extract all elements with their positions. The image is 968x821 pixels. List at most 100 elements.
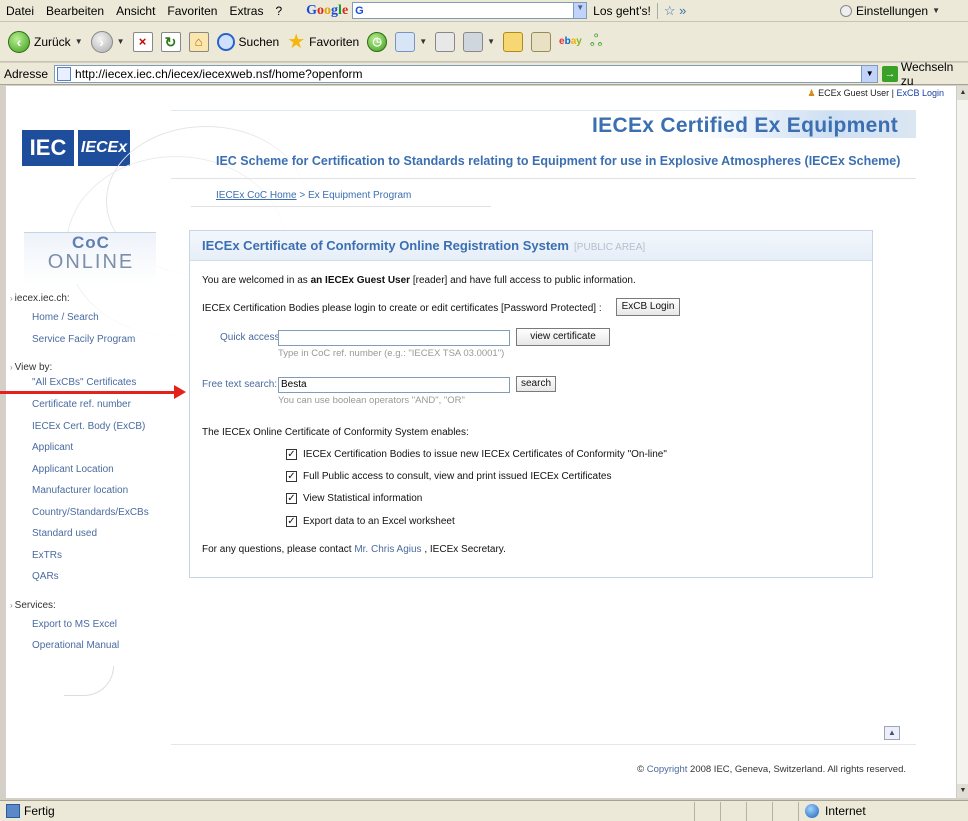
forward-button[interactable]: › ▼ bbox=[87, 30, 129, 53]
back-button[interactable]: ‹ Zurück ▼ bbox=[4, 30, 87, 53]
go-button[interactable]: → Wechseln zu bbox=[882, 60, 968, 88]
feature-label: View Statistical information bbox=[303, 493, 423, 504]
google-search-input[interactable]: G ▼ bbox=[352, 2, 588, 19]
exc-login-button[interactable]: ExCB Login bbox=[616, 298, 680, 316]
checkbox-checked[interactable]: ✓ bbox=[286, 471, 297, 482]
scroll-to-top-button[interactable]: ▲ bbox=[884, 726, 900, 740]
menu-favoriten[interactable]: Favoriten bbox=[161, 4, 223, 18]
chevron-down-icon[interactable]: ▼ bbox=[117, 37, 125, 46]
vertical-scrollbar[interactable]: ▲ ▼ bbox=[956, 86, 968, 798]
google-dropdown-icon[interactable]: ▼ bbox=[573, 3, 587, 18]
chevron-down-icon[interactable]: ▼ bbox=[861, 65, 878, 82]
history-button[interactable]: ◷ bbox=[363, 31, 391, 52]
sidebar-item-export-excel[interactable]: Export to MS Excel bbox=[32, 614, 176, 636]
menu-help[interactable]: ? bbox=[269, 4, 288, 18]
copyright-link[interactable]: Copyright bbox=[647, 764, 688, 775]
iec-logo[interactable]: IEC bbox=[22, 130, 74, 166]
sidebar-item-applicant-location[interactable]: Applicant Location bbox=[32, 459, 176, 481]
sidebar-section-label: View by: bbox=[14, 362, 53, 373]
view-certificate-button[interactable]: view certificate bbox=[516, 328, 610, 346]
globe-icon bbox=[805, 804, 819, 818]
go-label: Wechseln zu bbox=[900, 59, 954, 88]
chevron-down-icon[interactable]: ▼ bbox=[487, 37, 495, 46]
sidebar-item-applicant[interactable]: Applicant bbox=[32, 437, 176, 459]
mail-icon bbox=[395, 31, 416, 52]
menu-bearbeiten[interactable]: Bearbeiten bbox=[40, 4, 110, 18]
free-text-search-input[interactable]: Besta bbox=[278, 377, 510, 393]
research-button[interactable] bbox=[527, 31, 555, 52]
zone-label: Internet bbox=[825, 804, 866, 818]
checkbox-checked[interactable]: ✓ bbox=[286, 516, 297, 527]
ebay-button[interactable]: ebay bbox=[555, 36, 586, 47]
sidebar-item-extrs[interactable]: ExTRs bbox=[32, 545, 176, 567]
sidebar-item-operational-manual[interactable]: Operational Manual bbox=[32, 635, 176, 657]
quick-access-input[interactable] bbox=[278, 330, 510, 346]
guest-user-label: ECEx Guest User bbox=[818, 88, 890, 98]
back-label: Zurück bbox=[34, 34, 71, 49]
contact-post: , IECEx Secretary. bbox=[424, 544, 506, 555]
footer-divider bbox=[171, 744, 916, 745]
search-button[interactable]: Suchen bbox=[213, 32, 284, 51]
home-button[interactable]: ⌂ bbox=[185, 31, 213, 52]
edit-button[interactable]: ▼ bbox=[459, 31, 499, 52]
sidebar-item-standard-used[interactable]: Standard used bbox=[32, 523, 176, 545]
messenger-icon: ஃ bbox=[589, 32, 603, 50]
sidebar-item-qars[interactable]: QARs bbox=[32, 566, 176, 588]
home-icon: ⌂ bbox=[188, 31, 209, 52]
research-icon bbox=[531, 31, 552, 52]
search-label: Suchen bbox=[238, 34, 280, 49]
status-text: Fertig bbox=[24, 804, 55, 818]
red-arrow-head bbox=[174, 385, 186, 399]
print-icon bbox=[435, 31, 456, 52]
page-icon bbox=[57, 66, 72, 81]
breadcrumb-home-link[interactable]: IECEx CoC Home bbox=[216, 190, 297, 201]
security-zone[interactable]: Internet bbox=[798, 801, 968, 821]
sidebar-item-manufacturer-location[interactable]: Manufacturer location bbox=[32, 480, 176, 502]
sidebar-item-cert-body[interactable]: IECEx Cert. Body (ExCB) bbox=[32, 416, 176, 438]
stop-button[interactable]: × bbox=[129, 31, 157, 52]
sidebar-section-label: Services: bbox=[14, 599, 56, 611]
sidebar-item-home-search[interactable]: Home / Search bbox=[32, 307, 176, 329]
copyright-text: 2008 IEC, Geneva, Switzerland. All right… bbox=[690, 764, 906, 775]
checkbox-checked[interactable]: ✓ bbox=[286, 449, 297, 460]
menu-ansicht[interactable]: Ansicht bbox=[110, 4, 161, 18]
refresh-button[interactable]: ↻ bbox=[157, 31, 185, 52]
mail-button[interactable]: ▼ bbox=[391, 31, 431, 52]
los-gehts-button[interactable]: Los geht's! bbox=[593, 4, 651, 18]
main-panel-title: IECEx Certificate of Conformity Online R… bbox=[202, 238, 569, 253]
print-button[interactable] bbox=[431, 31, 459, 52]
folder-button[interactable] bbox=[499, 31, 527, 52]
menu-extras[interactable]: Extras bbox=[223, 4, 269, 18]
settings-icon bbox=[840, 4, 853, 17]
edit-icon bbox=[463, 31, 484, 52]
scroll-up-icon[interactable]: ▲ bbox=[957, 86, 968, 100]
settings-button[interactable]: Einstellungen ▼ bbox=[840, 4, 940, 18]
search-submit-button[interactable]: search bbox=[516, 376, 556, 392]
checkbox-checked[interactable]: ✓ bbox=[286, 493, 297, 504]
breadcrumb-divider bbox=[191, 206, 491, 207]
ebay-icon: ebay bbox=[559, 36, 582, 47]
public-area-label: [PUBLIC AREA] bbox=[574, 242, 646, 253]
sidebar-item-service-facility[interactable]: Service Facily Program bbox=[32, 329, 176, 351]
sidebar-item-country-standards[interactable]: Country/Standards/ExCBs bbox=[32, 502, 176, 524]
breadcrumb-current: > Ex Equipment Program bbox=[299, 190, 412, 201]
user-icon: ♟ bbox=[807, 88, 816, 98]
star-icon[interactable]: ☆ » bbox=[664, 3, 687, 19]
menu-datei[interactable]: Datei bbox=[0, 4, 40, 18]
messenger-button[interactable]: ஃ bbox=[586, 32, 607, 52]
exc-login-link[interactable]: ExCB Login bbox=[896, 88, 944, 98]
google-toolbar: Google G ▼ Los geht's! ☆ » bbox=[306, 2, 686, 19]
chevron-down-icon[interactable]: ▼ bbox=[419, 37, 427, 46]
chevron-down-icon[interactable]: ▼ bbox=[75, 37, 83, 46]
address-bar: Adresse http://iecex.iec.ch/iecex/iecexw… bbox=[0, 60, 968, 88]
scroll-down-icon[interactable]: ▼ bbox=[957, 784, 968, 798]
main-panel: IECEx Certificate of Conformity Online R… bbox=[189, 230, 873, 578]
favorites-button[interactable]: ★ Favoriten bbox=[283, 32, 363, 52]
contact-link[interactable]: Mr. Chris Agius bbox=[354, 544, 421, 555]
feature-label: IECEx Certification Bodies to issue new … bbox=[303, 449, 667, 460]
go-arrow-icon: → bbox=[882, 65, 898, 82]
page-status-icon bbox=[6, 804, 20, 818]
sidebar-item-cert-ref[interactable]: Certificate ref. number bbox=[32, 394, 176, 416]
feature-item: ✓ Full Public access to consult, view and… bbox=[286, 471, 611, 482]
address-input[interactable]: http://iecex.iec.ch/iecex/iecexweb.nsf/h… bbox=[54, 64, 879, 83]
